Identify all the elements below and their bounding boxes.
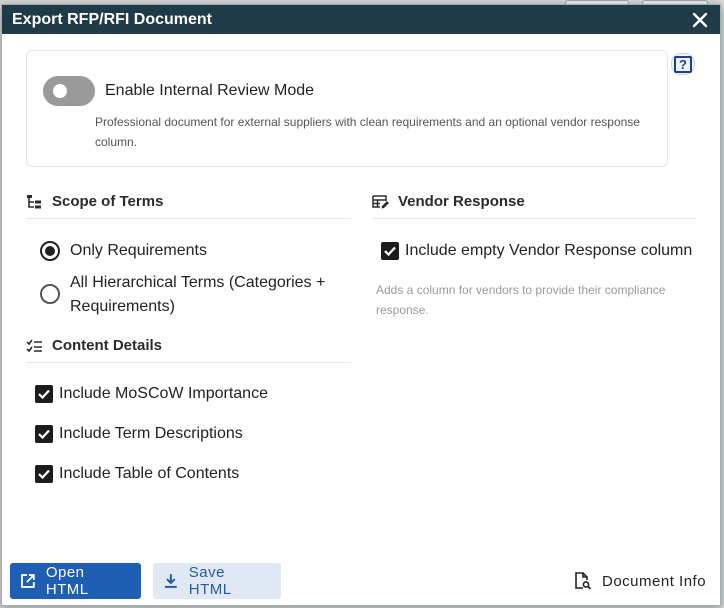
checkbox-checked[interactable] bbox=[35, 465, 53, 483]
vendor-option-response-column[interactable]: Include empty Vendor Response column bbox=[381, 242, 692, 260]
table-edit-icon bbox=[372, 194, 389, 208]
vendor-heading: Vendor Response bbox=[372, 193, 697, 219]
document-info-button[interactable]: Document Info bbox=[568, 563, 716, 599]
open-external-icon bbox=[21, 574, 35, 588]
help-button[interactable]: ? bbox=[671, 53, 695, 75]
hierarchy-icon bbox=[27, 194, 41, 208]
check-icon bbox=[38, 469, 50, 480]
review-mode-card: Enable Internal Review Mode Professional… bbox=[26, 50, 668, 167]
toggle-knob bbox=[53, 84, 67, 98]
scope-option-label: All Hierarchical Terms (Categories + Req… bbox=[70, 274, 326, 315]
check-icon bbox=[38, 389, 50, 400]
scope-option-label: Only Requirements bbox=[70, 242, 207, 259]
content-heading-text: Content Details bbox=[52, 337, 163, 354]
save-html-button[interactable]: Save HTML bbox=[153, 563, 281, 599]
scope-option-all-terms[interactable]: All Hierarchical Terms (Categories + Req… bbox=[40, 271, 340, 319]
review-mode-label: Enable Internal Review Mode bbox=[105, 82, 315, 99]
open-html-label: Open HTML bbox=[45, 564, 89, 598]
download-icon bbox=[164, 574, 177, 588]
scope-option-requirements[interactable]: Only Requirements bbox=[40, 239, 207, 263]
radio-unselected[interactable] bbox=[40, 284, 60, 304]
content-heading: Content Details bbox=[26, 337, 351, 363]
content-option-toc[interactable]: Include Table of Contents bbox=[35, 465, 239, 483]
scope-heading: Scope of Terms bbox=[26, 193, 351, 219]
open-html-button[interactable]: Open HTML bbox=[10, 563, 141, 599]
checkbox-checked[interactable] bbox=[35, 425, 53, 443]
radio-selected[interactable] bbox=[40, 241, 60, 261]
vendor-option-label: Include empty Vendor Response column bbox=[405, 242, 693, 259]
checklist-icon bbox=[26, 339, 42, 352]
checkbox-checked[interactable] bbox=[35, 385, 53, 403]
content-option-descriptions[interactable]: Include Term Descriptions bbox=[35, 425, 243, 443]
close-button[interactable] bbox=[690, 10, 710, 30]
checkbox-checked[interactable] bbox=[381, 242, 399, 260]
review-mode-description: Professional document for external suppl… bbox=[95, 115, 640, 149]
document-search-icon bbox=[575, 572, 592, 590]
dialog-titlebar: Export RFP/RFI Document bbox=[2, 5, 720, 34]
document-info-label: Document Info bbox=[602, 572, 707, 590]
check-icon bbox=[38, 429, 50, 440]
review-mode-toggle[interactable] bbox=[43, 76, 95, 106]
help-icon: ? bbox=[674, 55, 692, 73]
content-option-moscow[interactable]: Include MoSCoW Importance bbox=[35, 385, 268, 403]
content-option-label: Include Term Descriptions bbox=[59, 425, 243, 442]
export-dialog: Export RFP/RFI Document ? Enable Interna… bbox=[1, 4, 721, 606]
scope-heading-text: Scope of Terms bbox=[52, 193, 164, 210]
check-icon bbox=[384, 246, 396, 257]
dialog-title: Export RFP/RFI Document bbox=[12, 10, 213, 28]
content-option-label: Include MoSCoW Importance bbox=[59, 385, 268, 402]
close-icon bbox=[692, 12, 708, 27]
vendor-note: Adds a column for vendors to provide the… bbox=[376, 283, 666, 317]
save-html-label: Save HTML bbox=[188, 564, 232, 598]
content-option-label: Include Table of Contents bbox=[59, 465, 240, 482]
vendor-heading-text: Vendor Response bbox=[398, 193, 525, 210]
